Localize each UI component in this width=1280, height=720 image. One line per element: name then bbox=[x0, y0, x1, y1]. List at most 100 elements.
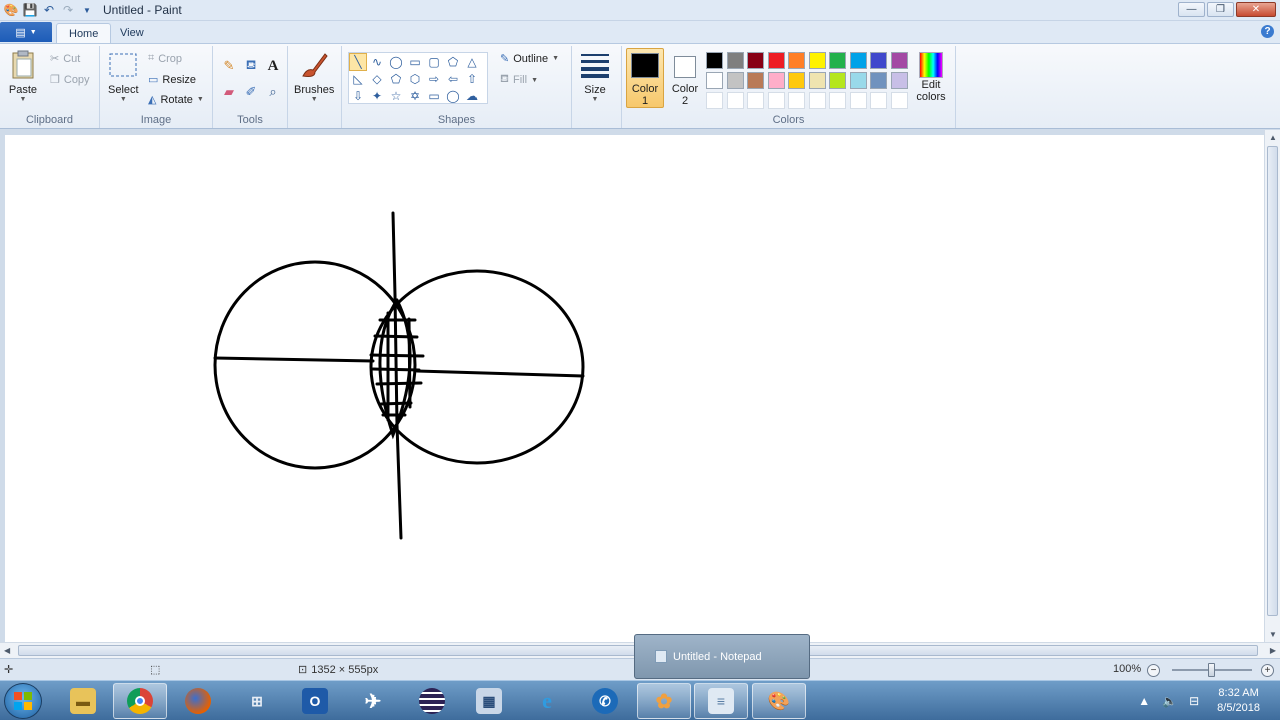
drawing-canvas[interactable] bbox=[5, 135, 1264, 642]
palette-swatch[interactable] bbox=[706, 92, 723, 109]
palette-swatch[interactable] bbox=[788, 92, 805, 109]
taskbar-firefox[interactable] bbox=[171, 683, 225, 719]
zoom-in-button[interactable]: + bbox=[1261, 664, 1274, 677]
brushes-button[interactable]: Brushes ▼ bbox=[294, 50, 334, 103]
palette-swatch[interactable] bbox=[849, 72, 867, 89]
scroll-up-icon[interactable]: ▲ bbox=[1269, 133, 1277, 142]
close-button[interactable]: ✕ bbox=[1236, 2, 1276, 17]
palette-swatch[interactable] bbox=[767, 92, 785, 109]
file-menu-button[interactable]: ▤ ▼ bbox=[0, 22, 52, 42]
palette-swatch[interactable] bbox=[890, 92, 908, 109]
undo-icon[interactable]: ↶ bbox=[41, 2, 57, 18]
fill-button[interactable]: ⛾ Fill ▼ bbox=[500, 73, 538, 87]
edit-colors-button[interactable]: Edit colors bbox=[912, 52, 950, 103]
zoom-out-button[interactable]: − bbox=[1147, 664, 1160, 677]
maximize-button[interactable]: ❐ bbox=[1207, 2, 1234, 17]
palette-swatch[interactable] bbox=[808, 72, 826, 89]
right-arrow-shape-icon[interactable]: ⇨ bbox=[425, 70, 443, 88]
callout-rect-shape-icon[interactable]: ▭ bbox=[425, 87, 443, 105]
oval-shape-icon[interactable]: ◯ bbox=[387, 53, 405, 71]
color2-button[interactable]: Color 2 bbox=[666, 48, 704, 108]
pencil-icon[interactable]: ✎ bbox=[219, 56, 239, 76]
taskbar-explorer[interactable]: ▬ bbox=[56, 683, 110, 719]
palette-swatch[interactable] bbox=[870, 72, 887, 89]
rotate-button[interactable]: ◭ Rotate ▼ bbox=[148, 93, 204, 107]
six-point-star-shape-icon[interactable]: ✡ bbox=[406, 87, 424, 105]
palette-swatch[interactable] bbox=[747, 92, 764, 109]
taskbar-internet-explorer[interactable]: e bbox=[520, 683, 574, 719]
palette-swatch[interactable] bbox=[788, 52, 805, 69]
pentagon-shape-icon[interactable]: ⬠ bbox=[387, 70, 405, 88]
palette-swatch[interactable] bbox=[870, 52, 887, 69]
palette-swatch[interactable] bbox=[726, 92, 744, 109]
four-point-star-shape-icon[interactable]: ✦ bbox=[368, 87, 386, 105]
palette-swatch[interactable] bbox=[870, 92, 887, 109]
help-icon[interactable]: ? bbox=[1261, 25, 1274, 38]
vertical-scroll-thumb[interactable] bbox=[1267, 146, 1278, 616]
curve-shape-icon[interactable]: ∿ bbox=[368, 53, 386, 71]
palette-swatch[interactable] bbox=[829, 72, 846, 89]
taskbar-flower-app[interactable]: ✿ bbox=[637, 683, 691, 719]
callout-oval-shape-icon[interactable]: ◯ bbox=[444, 87, 462, 105]
palette-swatch[interactable] bbox=[726, 52, 744, 69]
five-point-star-shape-icon[interactable]: ☆ bbox=[387, 87, 405, 105]
network-tray-icon[interactable]: ⊟ bbox=[1189, 694, 1199, 708]
size-button[interactable]: Size ▼ bbox=[580, 50, 610, 103]
palette-swatch[interactable] bbox=[706, 72, 723, 89]
palette-swatch[interactable] bbox=[849, 92, 867, 109]
tab-home[interactable]: Home bbox=[56, 23, 112, 43]
zoom-slider[interactable] bbox=[1172, 663, 1252, 677]
triangle-shape-icon[interactable]: △ bbox=[463, 53, 481, 71]
taskbar-chrome[interactable] bbox=[113, 683, 167, 719]
color-picker-icon[interactable]: ✐ bbox=[241, 82, 261, 102]
palette-swatch[interactable] bbox=[808, 52, 826, 69]
copy-button[interactable]: ❐ Copy bbox=[50, 73, 90, 87]
palette-swatch[interactable] bbox=[726, 72, 744, 89]
palette-swatch[interactable] bbox=[890, 52, 908, 69]
rounded-rect-shape-icon[interactable]: ▢ bbox=[425, 53, 443, 71]
palette-swatch[interactable] bbox=[767, 72, 785, 89]
tab-view[interactable]: View bbox=[108, 23, 156, 43]
taskbar-eclipse[interactable] bbox=[405, 683, 459, 719]
palette-swatch[interactable] bbox=[808, 92, 826, 109]
palette-swatch[interactable] bbox=[706, 52, 723, 69]
notepad-taskbar-preview[interactable]: Untitled - Notepad bbox=[634, 634, 810, 679]
palette-swatch[interactable] bbox=[747, 52, 764, 69]
customize-qat-icon[interactable]: ▼ bbox=[79, 2, 95, 18]
scroll-right-icon[interactable]: ▶ bbox=[1270, 646, 1276, 655]
start-button[interactable] bbox=[4, 683, 42, 719]
rectangle-shape-icon[interactable]: ▭ bbox=[406, 53, 424, 71]
scroll-down-icon[interactable]: ▼ bbox=[1269, 630, 1277, 639]
outline-button[interactable]: ✎ Outline ▼ bbox=[500, 52, 559, 66]
palette-swatch[interactable] bbox=[788, 72, 805, 89]
cut-button[interactable]: ✂ Cut bbox=[50, 52, 80, 66]
crop-button[interactable]: ⌗ Crop bbox=[148, 52, 182, 65]
right-triangle-shape-icon[interactable]: ◺ bbox=[349, 70, 367, 88]
volume-icon[interactable]: 🔈 bbox=[1162, 694, 1177, 708]
clock[interactable]: 8:32 AM 8/5/2018 bbox=[1217, 686, 1260, 716]
fill-bucket-icon[interactable]: ⛾ bbox=[241, 56, 261, 76]
taskbar-network[interactable]: ⊞ bbox=[230, 683, 284, 719]
taskbar-phone[interactable]: ✆ bbox=[578, 683, 632, 719]
taskbar-outlook[interactable]: O bbox=[288, 683, 342, 719]
palette-swatch[interactable] bbox=[890, 72, 908, 89]
palette-swatch[interactable] bbox=[849, 52, 867, 69]
diamond-shape-icon[interactable]: ◇ bbox=[368, 70, 386, 88]
color1-button[interactable]: Color 1 bbox=[626, 48, 664, 108]
hexagon-shape-icon[interactable]: ⬡ bbox=[406, 70, 424, 88]
select-button[interactable]: Select ▼ bbox=[108, 50, 139, 103]
text-tool-icon[interactable]: A bbox=[263, 56, 283, 76]
down-arrow-shape-icon[interactable]: ⇩ bbox=[349, 87, 367, 105]
up-arrow-shape-icon[interactable]: ⇧ bbox=[463, 70, 481, 88]
palette-swatch[interactable] bbox=[747, 72, 764, 89]
taskbar-airplane[interactable]: ✈ bbox=[346, 683, 400, 719]
resize-button[interactable]: ▭ Resize bbox=[148, 73, 196, 87]
magnifier-icon[interactable]: ⌕ bbox=[263, 82, 283, 102]
save-icon[interactable]: 💾 bbox=[22, 2, 38, 18]
polygon-shape-icon[interactable]: ⬠ bbox=[444, 53, 462, 71]
redo-icon[interactable]: ↷ bbox=[60, 2, 76, 18]
left-arrow-shape-icon[interactable]: ⇦ bbox=[444, 70, 462, 88]
paint-app-icon[interactable]: 🎨 bbox=[3, 2, 19, 18]
minimize-button[interactable]: — bbox=[1178, 2, 1205, 17]
show-hidden-icons-icon[interactable]: ▲ bbox=[1138, 694, 1150, 708]
